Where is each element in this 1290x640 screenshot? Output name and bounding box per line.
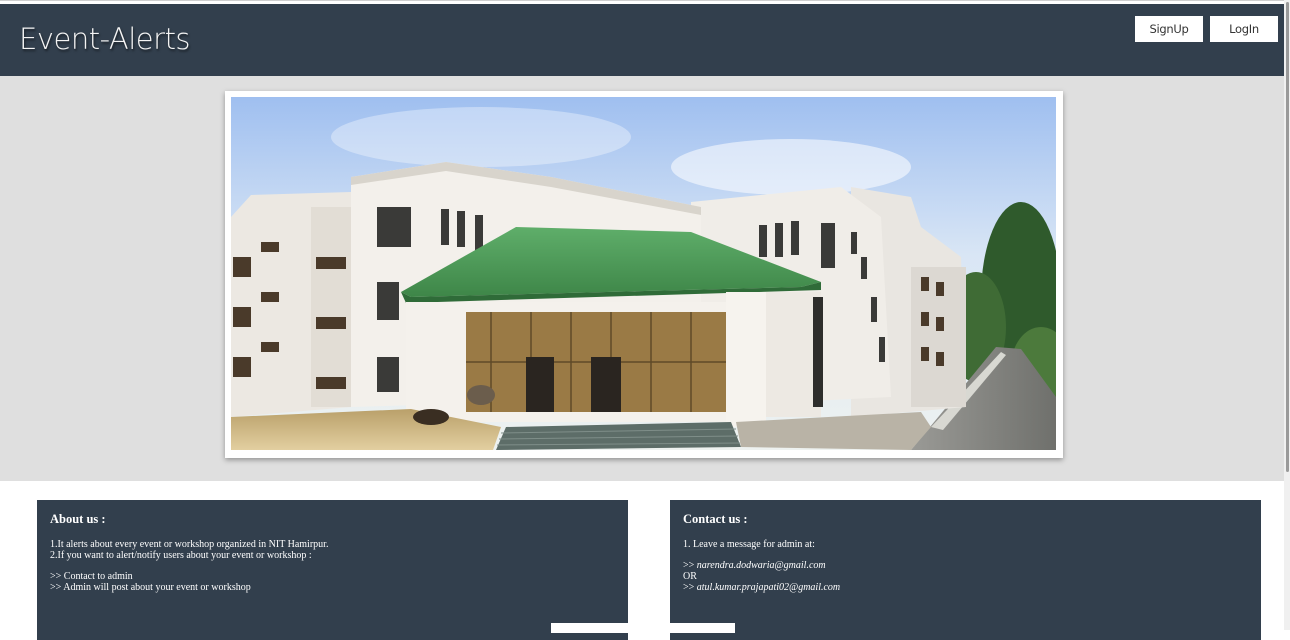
scrollbar-thumb[interactable] (1286, 2, 1289, 472)
contact-email-row-1: >> narendra.dodwaria@gmail.com (683, 560, 840, 571)
contact-email-1[interactable]: narendra.dodwaria@gmail.com (697, 560, 826, 571)
campus-building-photo (231, 97, 1056, 450)
contact-email-2[interactable]: atul.kumar.prajapati02@gmail.com (697, 582, 840, 593)
about-line-3: >> Contact to admin (50, 571, 133, 582)
about-title: About us : (50, 512, 106, 526)
contact-prefix-1: >> (683, 560, 697, 571)
footer-stub (551, 623, 735, 633)
contact-or: OR (683, 571, 697, 582)
scrollbar[interactable] (1284, 0, 1290, 630)
contact-prefix-2: >> (683, 582, 697, 593)
info-section: About us : 1.It alerts about every event… (0, 481, 1284, 640)
about-panel: About us : 1.It alerts about every event… (37, 500, 628, 640)
about-line-1: 1.It alerts about every event or worksho… (50, 539, 329, 550)
about-line-4: >> Admin will post about your event or w… (50, 582, 251, 593)
hero-photo-frame (225, 91, 1063, 458)
contact-line-1: 1. Leave a message for admin at: (683, 539, 815, 550)
hero-section (0, 76, 1284, 481)
site-header: Event-Alerts SignUp LogIn (0, 4, 1284, 76)
signup-button[interactable]: SignUp (1135, 16, 1203, 42)
about-line-2: 2.If you want to alert/notify users abou… (50, 550, 312, 561)
contact-text: 1. Leave a message for admin at: >> nare… (683, 539, 840, 593)
contact-email-row-2: >> atul.kumar.prajapati02@gmail.com (683, 582, 840, 593)
contact-panel: Contact us : 1. Leave a message for admi… (670, 500, 1261, 640)
brand-logo-text[interactable]: Event-Alerts (19, 22, 191, 56)
contact-title: Contact us : (683, 512, 748, 526)
about-text: 1.It alerts about every event or worksho… (50, 539, 328, 593)
login-button[interactable]: LogIn (1210, 16, 1278, 42)
